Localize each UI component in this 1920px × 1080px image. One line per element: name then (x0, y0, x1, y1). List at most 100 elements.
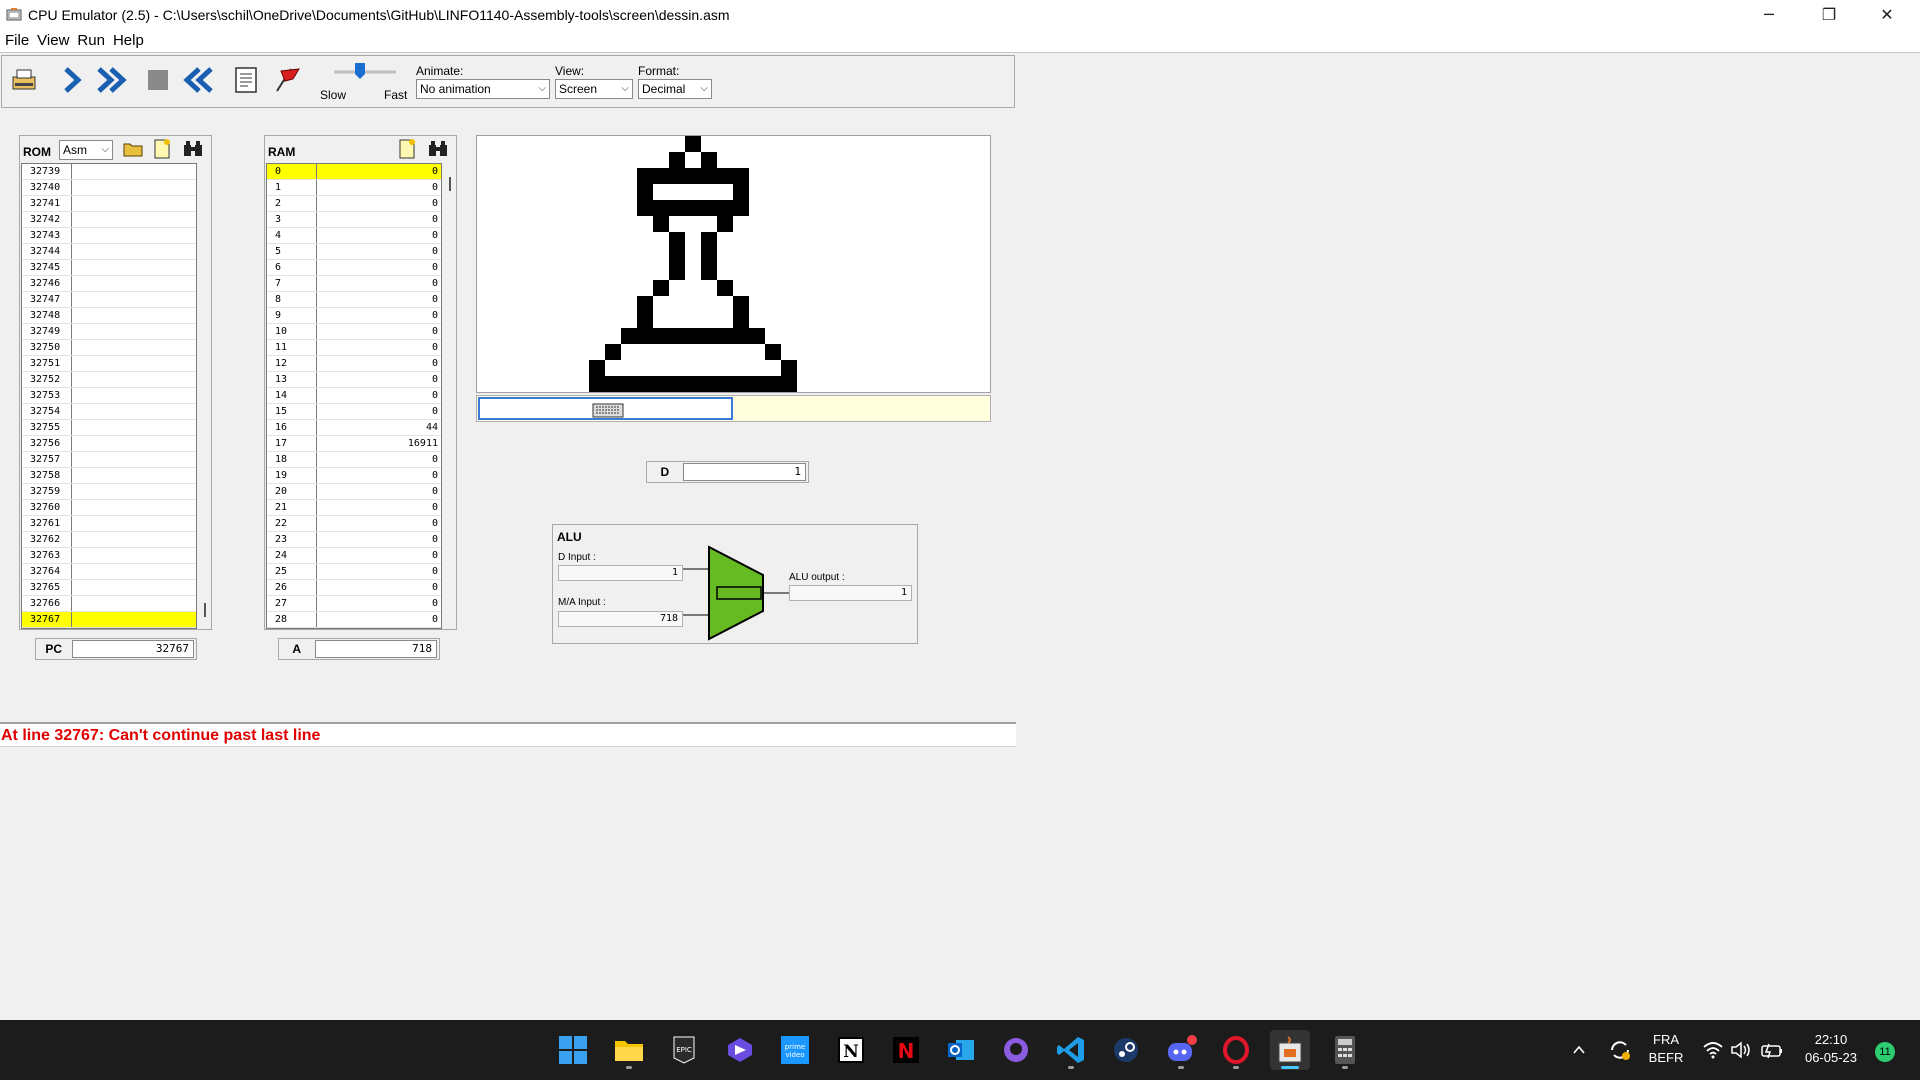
language-indicator[interactable]: FRA BEFR (1646, 1032, 1686, 1065)
menu-help[interactable]: Help (113, 32, 144, 49)
rom-value[interactable] (72, 196, 196, 211)
rom-value[interactable] (72, 244, 196, 259)
rom-row[interactable]: 32764 (22, 564, 196, 580)
script-button[interactable] (230, 64, 262, 96)
rom-row[interactable]: 32740 (22, 180, 196, 196)
minimize-button[interactable]: ─ (1740, 0, 1798, 29)
ram-row[interactable]: 11 0 (267, 340, 441, 356)
rom-row[interactable]: 32765 (22, 580, 196, 596)
ram-row[interactable]: 28 0 (267, 612, 441, 628)
rom-value[interactable] (72, 548, 196, 563)
ram-row[interactable]: 90 (267, 308, 441, 324)
clock[interactable]: 22:10 06-05-23 (1796, 1032, 1866, 1065)
rom-value[interactable] (72, 308, 196, 323)
ram-value[interactable]: 0 (317, 388, 441, 403)
rom-value[interactable] (72, 340, 196, 355)
menu-view[interactable]: View (37, 32, 69, 49)
rom-row[interactable]: 32745 (22, 260, 196, 276)
menu-run[interactable]: Run (77, 32, 105, 49)
ram-row[interactable]: 30 (267, 212, 441, 228)
ram-row[interactable]: 20 (267, 196, 441, 212)
ram-row[interactable]: 10 0 (267, 324, 441, 340)
ram-value[interactable]: 0 (317, 356, 441, 371)
ram-value[interactable]: 0 (317, 308, 441, 323)
ram-row[interactable]: 70 (267, 276, 441, 292)
outlook-button[interactable] (941, 1030, 981, 1070)
ram-value[interactable]: 0 (317, 516, 441, 531)
ram-row[interactable]: 40 (267, 228, 441, 244)
opera-button[interactable] (1216, 1030, 1256, 1070)
format-select[interactable]: Decimal ⌵ (638, 79, 712, 99)
rom-row[interactable]: 32757 (22, 452, 196, 468)
run-button[interactable] (96, 64, 128, 96)
ram-row[interactable]: 16 44 (267, 420, 441, 436)
rom-value[interactable] (72, 212, 196, 227)
ram-value[interactable]: 0 (317, 292, 441, 307)
ram-scrollbar[interactable] (445, 163, 455, 629)
rom-value[interactable] (72, 516, 196, 531)
prime-video-button[interactable]: prime video (775, 1030, 815, 1070)
open-file-icon[interactable] (122, 139, 144, 159)
rom-row[interactable]: 32755 (22, 420, 196, 436)
ram-row[interactable]: 50 (267, 244, 441, 260)
chevron-up-icon[interactable] (1571, 1042, 1587, 1058)
rom-value[interactable] (72, 324, 196, 339)
rom-row[interactable]: 32762 (22, 532, 196, 548)
ram-row[interactable]: 18 0 (267, 452, 441, 468)
view-select[interactable]: Screen ⌵ (555, 79, 633, 99)
ram-row[interactable]: 26 0 (267, 580, 441, 596)
rom-row[interactable]: 32741 (22, 196, 196, 212)
rom-value[interactable] (72, 580, 196, 595)
rom-row[interactable]: 32748 (22, 308, 196, 324)
ram-value[interactable]: 0 (317, 372, 441, 387)
ram-row[interactable]: 17 16911 (267, 436, 441, 452)
rom-scrollbar[interactable] (200, 163, 210, 629)
binoculars-icon[interactable] (182, 139, 204, 159)
battery-icon[interactable] (1760, 1040, 1784, 1060)
rom-row[interactable]: 32749 (22, 324, 196, 340)
menu-file[interactable]: File (5, 32, 29, 49)
rom-row[interactable]: 32763 (22, 548, 196, 564)
rom-value[interactable] (72, 484, 196, 499)
close-button[interactable]: ✕ (1858, 0, 1916, 29)
ram-row[interactable]: 22 0 (267, 516, 441, 532)
rom-value[interactable] (72, 420, 196, 435)
ram-value[interactable]: 0 (317, 244, 441, 259)
rom-row[interactable]: 32766 (22, 596, 196, 612)
ram-row[interactable]: 14 0 (267, 388, 441, 404)
rom-value[interactable] (72, 404, 196, 419)
ram-row[interactable]: 12 0 (267, 356, 441, 372)
rom-value[interactable] (72, 532, 196, 547)
ram-value[interactable]: 0 (317, 452, 441, 467)
rom-value[interactable] (72, 500, 196, 515)
rom-row[interactable]: 32743 (22, 228, 196, 244)
rom-format-select[interactable]: Asm ⌵ (59, 140, 113, 160)
pc-value[interactable]: 32767 (71, 640, 194, 658)
ram-row[interactable]: 13 0 (267, 372, 441, 388)
ram-scroll-thumb[interactable] (449, 177, 451, 191)
rom-row[interactable]: 32760 (22, 500, 196, 516)
rom-value[interactable] (72, 164, 196, 179)
ram-value[interactable]: 0 (317, 228, 441, 243)
notion-button[interactable]: N (831, 1030, 871, 1070)
discord-button[interactable] (1161, 1030, 1201, 1070)
reset-button[interactable] (182, 64, 214, 96)
rom-row[interactable]: 32739 (22, 164, 196, 180)
ram-value[interactable]: 0 (317, 612, 441, 627)
sync-icon[interactable] (1607, 1037, 1633, 1063)
rom-row[interactable]: 32759 (22, 484, 196, 500)
rom-value[interactable] (72, 356, 196, 371)
ram-row[interactable]: 10 (267, 180, 441, 196)
new-file-icon[interactable] (152, 138, 172, 160)
volume-icon[interactable] (1730, 1040, 1752, 1060)
rom-row[interactable]: 32750 (22, 340, 196, 356)
rom-value[interactable] (72, 276, 196, 291)
rom-row[interactable]: 32746 (22, 276, 196, 292)
ram-value[interactable]: 0 (317, 212, 441, 227)
rom-value[interactable] (72, 468, 196, 483)
ram-value[interactable]: 0 (317, 260, 441, 275)
rom-row[interactable]: 32751 (22, 356, 196, 372)
ram-value[interactable]: 0 (317, 196, 441, 211)
ram-row[interactable]: 19 0 (267, 468, 441, 484)
ram-value[interactable]: 0 (317, 580, 441, 595)
